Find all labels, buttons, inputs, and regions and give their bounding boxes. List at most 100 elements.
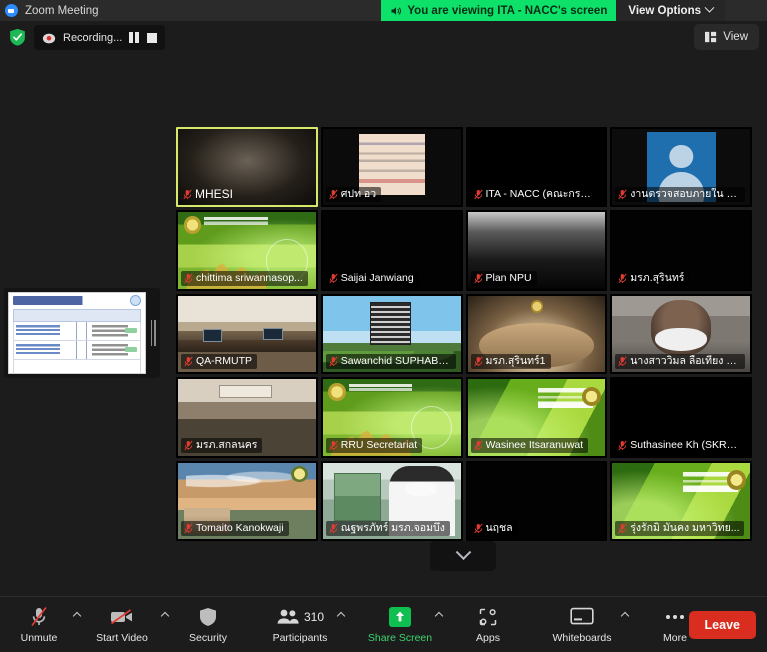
participant-tile[interactable]: ศปท อว xyxy=(320,127,463,208)
participant-label: RRU Secretariat xyxy=(325,437,423,453)
table-cell-text xyxy=(92,344,128,357)
speaker-icon xyxy=(391,6,402,15)
title-bar-tail xyxy=(725,0,767,21)
participant-label: มรภ.สุรินทร์ xyxy=(615,270,690,286)
microphone-muted-icon xyxy=(329,273,338,284)
participant-tile[interactable]: chittima sriwannasop... xyxy=(176,210,318,291)
start-video-button[interactable]: Start Video xyxy=(78,597,170,652)
table-row xyxy=(13,322,142,341)
participant-name: RRU Secretariat xyxy=(340,438,418,451)
security-button[interactable]: Security xyxy=(166,597,250,652)
participant-name: ศปท อว xyxy=(340,188,377,201)
participant-label: Saijai Janwiang xyxy=(325,270,419,286)
share-screen-icon xyxy=(389,606,411,628)
gallery-next-page-button[interactable] xyxy=(430,541,496,571)
participant-label: ศปท อว xyxy=(325,187,382,203)
whiteboards-caret-icon[interactable] xyxy=(620,611,630,620)
zoom-meeting-window: Zoom Meeting You are viewing ITA - NACC'… xyxy=(0,0,767,652)
more-dots-icon xyxy=(666,606,684,628)
apps-button[interactable]: Apps xyxy=(450,597,526,652)
participant-tile[interactable]: มรภ.สุรินทร์ xyxy=(610,210,752,291)
drag-handle-icon[interactable] xyxy=(146,288,160,378)
participant-label: ITA - NACC (คณะกรรมการ) xyxy=(470,187,601,203)
participant-tile[interactable]: นางสาววิมล ลือเทียง ม... xyxy=(610,293,752,375)
participant-label: Wasinee Itsaranuwat xyxy=(470,437,589,453)
participant-label: งานตรวจสอบภายใน งา... xyxy=(615,187,745,203)
title-bar: Zoom Meeting You are viewing ITA - NACC'… xyxy=(0,0,767,21)
view-layout-icon xyxy=(705,31,717,43)
participant-name: นางสาววิมล ลือเทียง ม... xyxy=(630,355,740,368)
participant-label: chittima sriwannasop... xyxy=(181,270,308,286)
participant-tile[interactable]: งานตรวจสอบภายใน งา... xyxy=(610,127,752,208)
participant-label: มรภ.สกลนคร xyxy=(181,437,263,453)
participant-tile[interactable]: Tomaito Kanokwaji xyxy=(176,460,318,541)
whiteboards-button[interactable]: Whiteboards xyxy=(526,597,638,652)
participant-tile[interactable]: Sawanchid SUPHABW... xyxy=(320,293,463,375)
recording-dot-icon xyxy=(42,33,56,43)
participant-label: Sawanchid SUPHABW... xyxy=(325,354,456,370)
participant-name: Plan NPU xyxy=(485,271,532,284)
participant-tile[interactable]: มรภ.สกลนคร xyxy=(176,377,318,458)
participant-label: MHESI xyxy=(181,187,238,202)
green-shield-icon[interactable] xyxy=(9,28,26,46)
microphone-muted-icon xyxy=(618,356,627,367)
microphone-muted-icon xyxy=(184,273,193,284)
participant-tile[interactable]: RRU Secretariat xyxy=(320,377,463,458)
participant-tile[interactable]: ITA - NACC (คณะกรรมการ) xyxy=(465,127,608,208)
participant-label: ณฐพรภัทร์ มรภ.จอมบึง xyxy=(325,521,450,536)
participant-name: รุ่งรักมิ มั่นคง มหาวิทย... xyxy=(630,522,740,534)
share-screen-button[interactable]: Share Screen xyxy=(350,597,450,652)
recording-label: Recording... xyxy=(63,31,123,44)
meeting-toolbar: Unmute Start Video Security 310 Particip… xyxy=(0,596,767,652)
view-layout-button[interactable]: View xyxy=(694,24,759,50)
share-screen-caret-icon[interactable] xyxy=(434,611,444,620)
microphone-muted-icon xyxy=(618,273,627,284)
meeting-status-bar: Recording... View xyxy=(0,21,767,53)
participant-name: Suthasinee Kh (SKRU ... xyxy=(630,438,740,451)
microphone-muted-icon xyxy=(329,523,338,534)
microphone-muted-icon xyxy=(329,356,338,367)
participant-name: มรภ.สุรินทร์1 xyxy=(485,355,546,368)
view-options-button[interactable]: View Options xyxy=(616,0,725,21)
microphone-muted-icon xyxy=(329,189,338,200)
microphone-muted-icon xyxy=(184,440,193,450)
participants-caret-icon[interactable] xyxy=(336,611,346,620)
table-cell-text xyxy=(92,325,128,338)
participant-gallery: MHESI ศปท อว ITA - NACC (คณะกรรมการ) งานตรว… xyxy=(176,127,752,541)
participant-name: QA-RMUTP xyxy=(196,355,252,368)
participant-label: รุ่งรักมิ มั่นคง มหาวิทย... xyxy=(615,521,745,536)
participant-tile[interactable]: รุ่งรักมิ มั่นคง มหาวิทย... xyxy=(610,460,752,541)
participant-tile[interactable]: มรภ.สุรินทร์1 xyxy=(465,293,608,375)
table-header xyxy=(13,309,142,322)
participants-button[interactable]: 310 Participants xyxy=(250,597,350,652)
participant-name: มรภ.สกลนคร xyxy=(196,438,258,451)
shield-icon xyxy=(199,606,217,628)
participant-label: Tomaito Kanokwaji xyxy=(181,521,289,536)
participant-label: มรภ.สุรินทร์1 xyxy=(470,354,551,370)
sharing-banner-text: You are viewing ITA - NACC's screen xyxy=(407,4,608,17)
microphone-muted-icon xyxy=(29,606,49,628)
stop-icon[interactable] xyxy=(147,32,158,43)
participant-tile[interactable]: QA-RMUTP xyxy=(176,293,318,375)
participant-label: Plan NPU xyxy=(470,270,537,286)
participant-tile[interactable]: Suthasinee Kh (SKRU ... xyxy=(610,377,752,458)
participant-tile[interactable]: MHESI xyxy=(176,127,318,208)
pause-icon[interactable] xyxy=(129,32,140,43)
microphone-muted-icon xyxy=(473,273,483,284)
leave-button[interactable]: Leave xyxy=(688,611,756,639)
unmute-button[interactable]: Unmute xyxy=(0,597,82,652)
participant-tile[interactable]: ณฐพรภัทร์ มรภ.จอมบึง xyxy=(320,460,463,541)
participant-name: ณฐพรภัทร์ มรภ.จอมบึง xyxy=(340,522,445,534)
participants-label: Participants xyxy=(272,631,328,644)
participant-tile[interactable]: Wasinee Itsaranuwat xyxy=(465,377,608,458)
participant-tile[interactable]: Plan NPU xyxy=(465,210,608,291)
participant-name: Sawanchid SUPHABW... xyxy=(340,355,451,368)
floating-share-thumbnail[interactable] xyxy=(4,288,160,378)
document-title-line xyxy=(13,296,126,305)
microphone-muted-icon xyxy=(184,523,193,534)
zoom-logo-icon xyxy=(5,4,18,17)
participant-tile[interactable]: นฤชล xyxy=(465,460,608,541)
participants-icon-row: 310 xyxy=(276,606,324,628)
participant-tile[interactable]: Saijai Janwiang xyxy=(320,210,463,291)
participant-name: Saijai Janwiang xyxy=(340,271,414,284)
